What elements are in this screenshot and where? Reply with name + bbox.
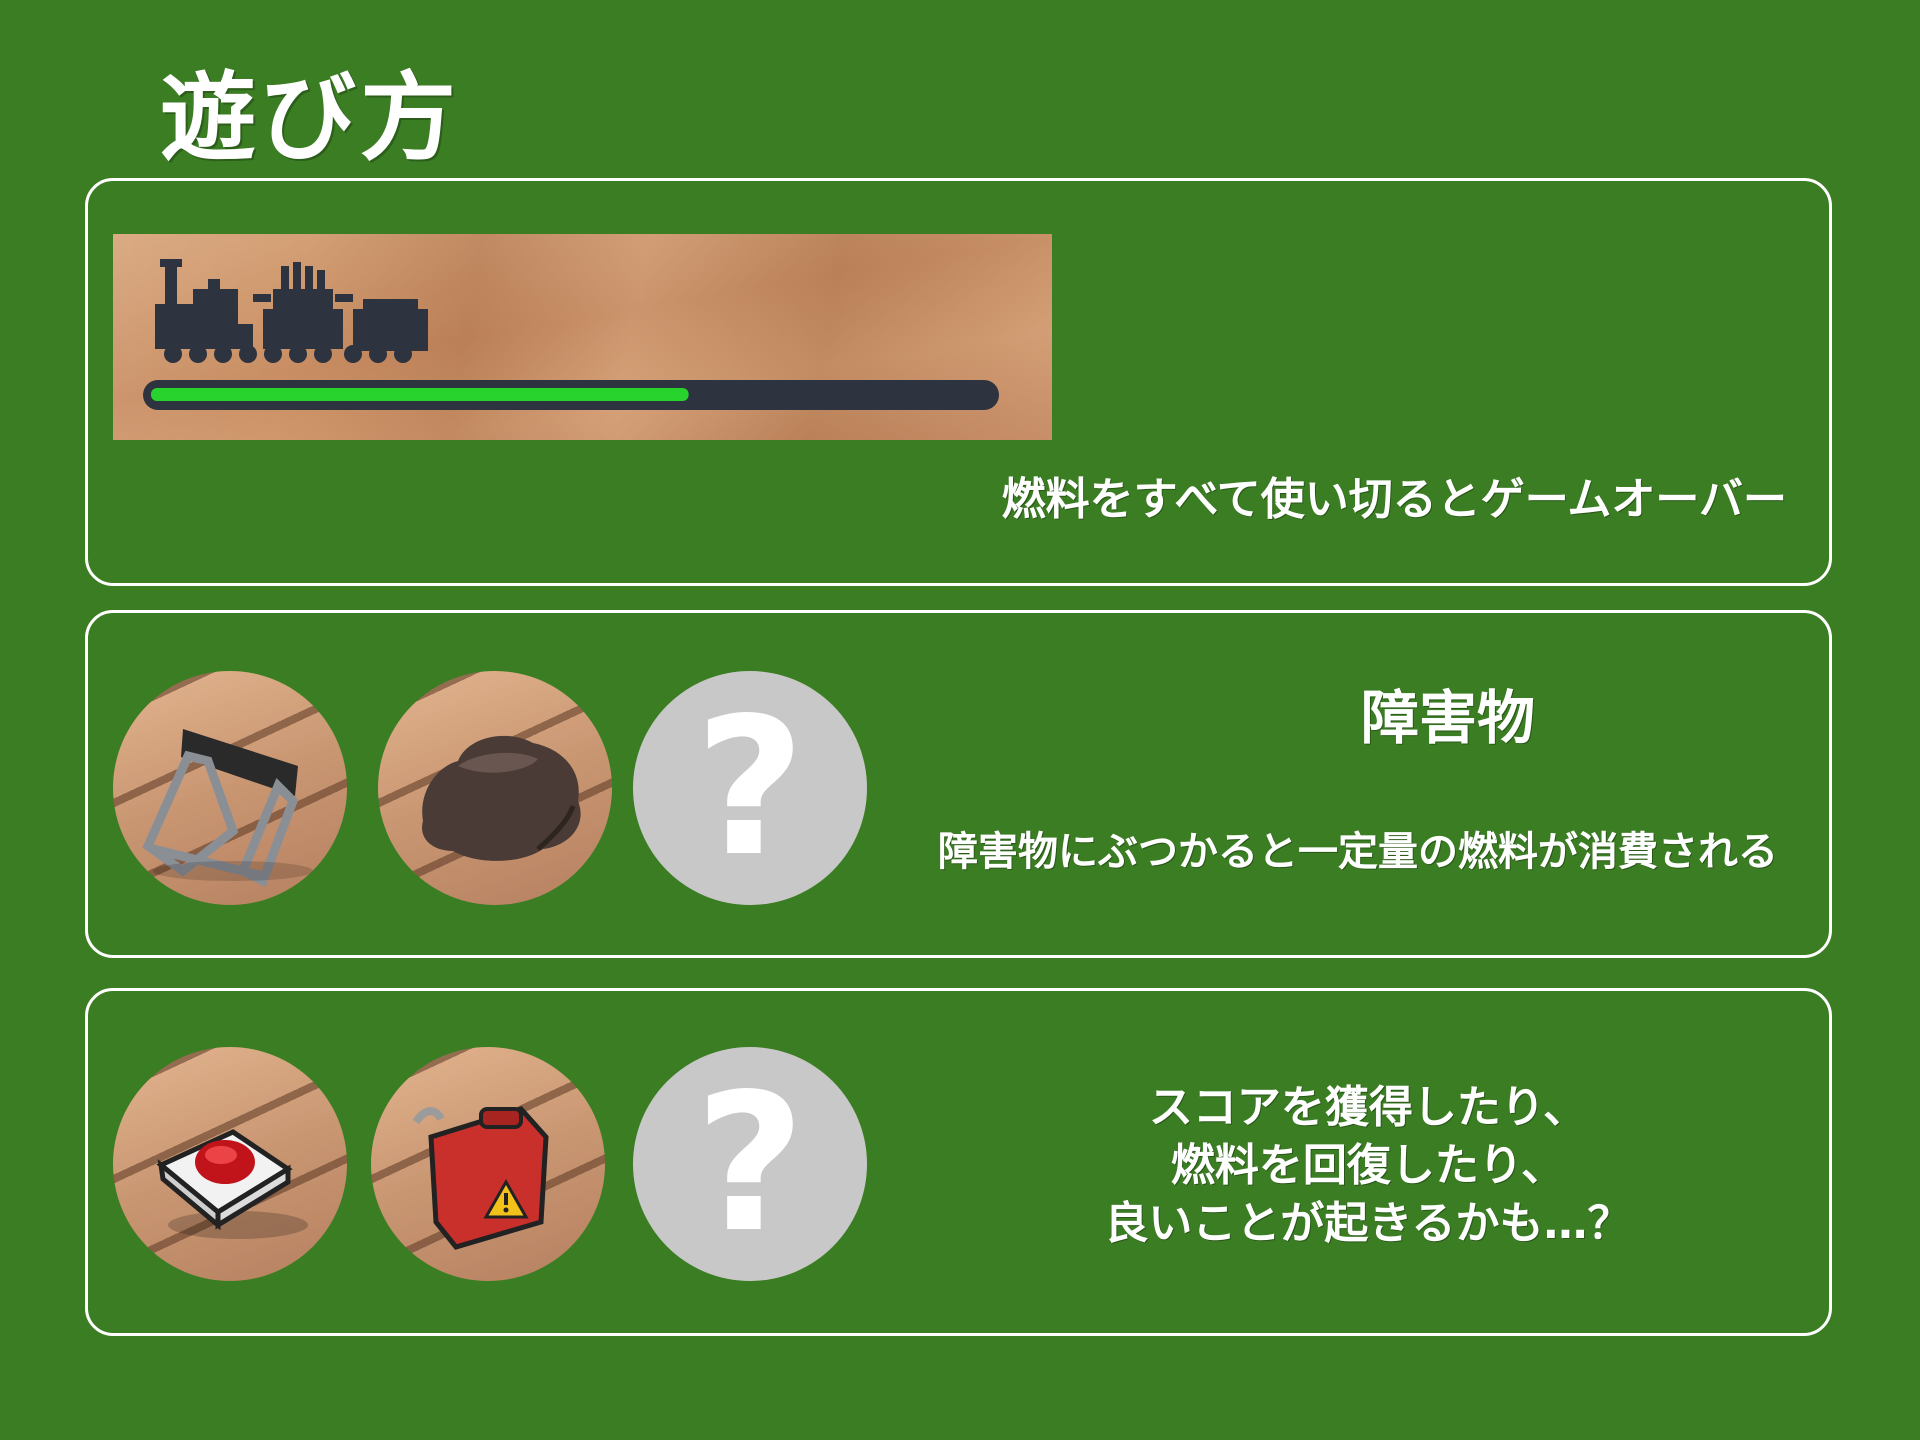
mystery-item-icon: ? [633, 1047, 867, 1281]
obstacle-rule-panel: ? 障害物 障害物にぶつかると一定量の燃料が消費される [85, 610, 1832, 958]
hurdle-barrier-icon [113, 671, 347, 905]
red-button-icon [113, 1047, 347, 1281]
page-title: 遊び方 [160, 62, 460, 174]
item-caption-line: 燃料を回復したり、 [1170, 1140, 1566, 1191]
item-rule-panel: ? スコアを獲得したり、 燃料を回復したり、 良いことが起きるかも…？ [85, 988, 1832, 1336]
question-mark-icon: ? [694, 677, 806, 898]
item-rule-caption: スコアを獲得したり、 燃料を回復したり、 良いことが起きるかも…？ [968, 1079, 1768, 1253]
mystery-obstacle-icon: ? [633, 671, 867, 905]
item-caption-line: 良いことが起きるかも…？ [1104, 1198, 1632, 1249]
fuel-rule-panel: 燃料をすべて使い切るとゲームオーバー [85, 178, 1832, 586]
obstacle-rule-caption: 障害物にぶつかると一定量の燃料が消費される [938, 829, 1778, 875]
fuel-rule-caption: 燃料をすべて使い切るとゲームオーバー [1001, 474, 1787, 525]
train-silhouette-icon [155, 259, 428, 363]
question-mark-icon: ? [694, 1053, 806, 1274]
fuel-gauge-scene [113, 234, 1052, 440]
fuel-can-icon [371, 1047, 605, 1281]
fuel-progress-bar [143, 380, 999, 410]
rock-icon [378, 671, 612, 905]
fuel-bar-fill [151, 388, 689, 401]
obstacle-heading: 障害物 [1360, 684, 1535, 752]
item-caption-line: スコアを獲得したり、 [1148, 1082, 1588, 1133]
